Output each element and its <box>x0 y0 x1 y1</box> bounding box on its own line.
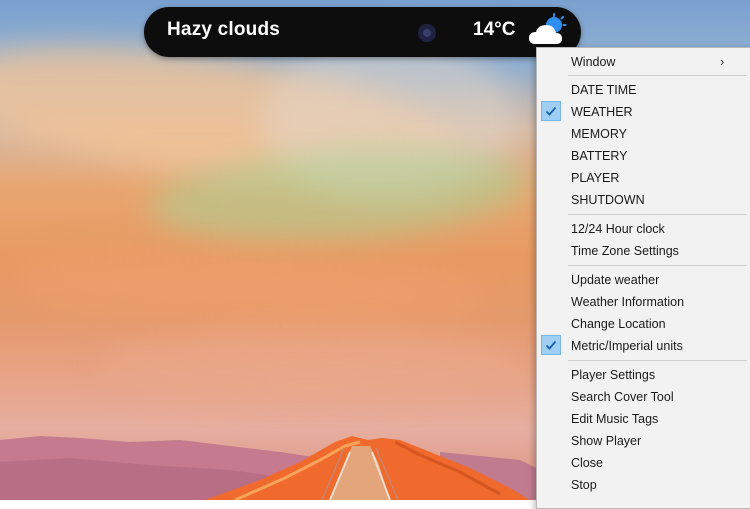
menu-item-label: WEATHER <box>571 105 633 119</box>
checkmark-icon <box>541 101 561 121</box>
menu-item-label: Show Player <box>571 434 642 448</box>
menu-item-edit-music-tags[interactable]: Edit Music Tags <box>537 408 750 430</box>
menu-separator <box>568 265 747 266</box>
weather-widget-bar[interactable]: Hazy clouds 14°C <box>144 7 581 57</box>
menu-item-label: Search Cover Tool <box>571 390 674 404</box>
menu-item-label: DATE TIME <box>571 83 637 97</box>
menu-item-label: Close <box>571 456 603 470</box>
menu-item-label: MEMORY <box>571 127 628 141</box>
moon-icon <box>418 24 436 42</box>
menu-item-units[interactable]: Metric/Imperial units <box>537 335 750 357</box>
weather-description: Hazy clouds <box>167 19 281 40</box>
menu-item-change-location[interactable]: Change Location <box>537 313 750 335</box>
menu-item-weather-information[interactable]: Weather Information <box>537 291 750 313</box>
menu-item-search-cover-tool[interactable]: Search Cover Tool <box>537 386 750 408</box>
context-menu: Window › DATE TIME WEATHER MEMORY BATTER… <box>536 47 750 509</box>
menu-item-label: Update weather <box>571 273 660 287</box>
menu-item-label: Player Settings <box>571 368 656 382</box>
menu-item-label: BATTERY <box>571 149 628 163</box>
menu-item-player[interactable]: PLAYER <box>537 167 750 189</box>
menu-item-stop[interactable]: Stop <box>537 474 750 496</box>
menu-item-battery[interactable]: BATTERY <box>537 145 750 167</box>
menu-separator <box>568 75 747 76</box>
menu-item-label: Window <box>571 55 616 69</box>
menu-separator <box>568 360 747 361</box>
menu-item-shutdown[interactable]: SHUTDOWN <box>537 189 750 211</box>
menu-item-player-settings[interactable]: Player Settings <box>537 364 750 386</box>
menu-item-label: Stop <box>571 478 597 492</box>
menu-item-show-player[interactable]: Show Player <box>537 430 750 452</box>
menu-item-close[interactable]: Close <box>537 452 750 474</box>
menu-item-time-zone[interactable]: Time Zone Settings <box>537 240 750 262</box>
menu-separator <box>568 214 747 215</box>
partly-cloudy-icon <box>529 13 567 44</box>
menu-item-label: SHUTDOWN <box>571 193 645 207</box>
menu-item-weather[interactable]: WEATHER <box>537 101 750 123</box>
menu-item-label: Time Zone Settings <box>571 244 679 258</box>
menu-item-memory[interactable]: MEMORY <box>537 123 750 145</box>
checkmark-icon <box>541 335 561 355</box>
menu-item-label: PLAYER <box>571 171 620 185</box>
menu-item-label: Metric/Imperial units <box>571 339 683 353</box>
menu-item-update-weather[interactable]: Update weather <box>537 269 750 291</box>
menu-item-label: Change Location <box>571 317 666 331</box>
menu-item-label: Edit Music Tags <box>571 412 659 426</box>
chevron-right-icon: › <box>720 54 725 69</box>
temperature-readout: 14°C <box>473 19 516 40</box>
menu-item-date-time[interactable]: DATE TIME <box>537 79 750 101</box>
menu-item-window[interactable]: Window › <box>537 51 750 73</box>
menu-item-label: 12/24 Hour clock <box>571 222 665 236</box>
menu-item-label: Weather Information <box>571 295 685 309</box>
menu-item-clock-format[interactable]: 12/24 Hour clock <box>537 218 750 240</box>
